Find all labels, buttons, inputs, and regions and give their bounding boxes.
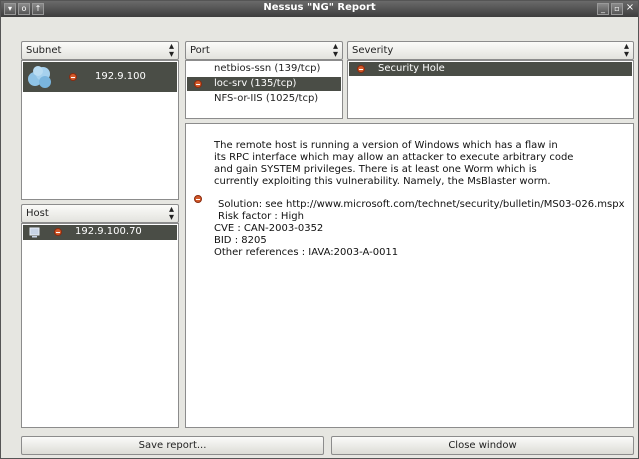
updown-arrow-icon: ▴ ▾ bbox=[332, 41, 338, 60]
title-bar[interactable]: ▾ o ↑ Nessus "NG" Report _ ▫ × bbox=[1, 1, 638, 17]
report-line: BID : 8205 bbox=[214, 235, 267, 246]
report-line: currently exploiting this vulnerability.… bbox=[214, 176, 551, 187]
computer-icon bbox=[29, 227, 40, 238]
report-text-area[interactable]: The remote host is running a version of … bbox=[185, 123, 634, 428]
host-selector[interactable]: Host ▴ ▾ bbox=[21, 204, 179, 223]
security-hole-icon bbox=[69, 73, 77, 81]
list-item[interactable]: loc-srv (135/tcp) bbox=[187, 77, 341, 91]
report-line: CVE : CAN-2003-0352 bbox=[214, 223, 324, 234]
subnet-label: Subnet bbox=[26, 45, 62, 56]
list-item[interactable]: 192.9.100 bbox=[23, 62, 177, 92]
list-item[interactable]: NFS-or-IIS (1025/tcp) bbox=[187, 92, 341, 106]
subnet-selector[interactable]: Subnet ▴ ▾ bbox=[21, 41, 179, 60]
port-name: NFS-or-IIS (1025/tcp) bbox=[214, 93, 319, 104]
security-hole-icon bbox=[54, 228, 62, 236]
report-line: Risk factor : High bbox=[218, 211, 304, 222]
port-name: loc-srv (135/tcp) bbox=[214, 78, 297, 89]
security-hole-icon bbox=[194, 80, 202, 88]
updown-arrow-icon: ▴ ▾ bbox=[623, 41, 629, 60]
list-item[interactable]: netbios-ssn (139/tcp) bbox=[187, 62, 341, 76]
list-item[interactable]: Security Hole bbox=[349, 62, 632, 76]
severity-label: Severity bbox=[352, 45, 394, 56]
host-list[interactable]: 192.9.100.70 bbox=[21, 223, 179, 428]
security-hole-icon bbox=[357, 65, 365, 73]
maximize-button[interactable]: ▫ bbox=[611, 3, 623, 15]
port-selector[interactable]: Port ▴ ▾ bbox=[185, 41, 343, 60]
subnet-address: 192.9.100 bbox=[95, 71, 146, 82]
severity-selector[interactable]: Severity ▴ ▾ bbox=[347, 41, 634, 60]
window-title: Nessus "NG" Report bbox=[263, 2, 376, 13]
subnet-list[interactable]: 192.9.100 bbox=[21, 60, 179, 200]
port-name: netbios-ssn (139/tcp) bbox=[214, 63, 321, 74]
cloud-icon bbox=[28, 66, 51, 88]
report-line: its RPC interface which may allow an att… bbox=[214, 152, 574, 163]
report-line: and gain SYSTEM privileges. There is at … bbox=[214, 164, 537, 175]
list-item[interactable]: 192.9.100.70 bbox=[23, 225, 177, 240]
port-label: Port bbox=[190, 45, 210, 56]
security-hole-icon bbox=[194, 195, 202, 203]
host-label: Host bbox=[26, 208, 49, 219]
severity-list[interactable]: Security Hole bbox=[347, 60, 634, 119]
report-line: Other references : IAVA:2003-A-0011 bbox=[214, 247, 399, 258]
port-list[interactable]: netbios-ssn (139/tcp) loc-srv (135/tcp) … bbox=[185, 60, 343, 119]
severity-name: Security Hole bbox=[378, 63, 445, 74]
close-window-button[interactable]: Close window bbox=[331, 436, 634, 455]
report-window: ▾ o ↑ Nessus "NG" Report _ ▫ × Subnet ▴ ▾… bbox=[0, 0, 639, 459]
host-address: 192.9.100.70 bbox=[75, 226, 142, 237]
save-report-button[interactable]: Save report... bbox=[21, 436, 324, 455]
close-window-icon[interactable]: × bbox=[624, 3, 636, 15]
updown-arrow-icon: ▴ ▾ bbox=[168, 41, 174, 60]
updown-arrow-icon: ▴ ▾ bbox=[168, 204, 174, 223]
minimize-button[interactable]: _ bbox=[597, 3, 609, 15]
report-line: The remote host is running a version of … bbox=[214, 140, 558, 151]
report-line: Solution: see http://www.microsoft.com/t… bbox=[218, 199, 625, 210]
